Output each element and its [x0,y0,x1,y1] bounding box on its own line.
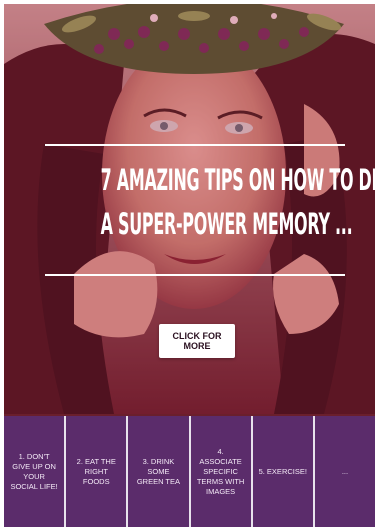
tips-strip: 1. DON'T GIVE UP ON YOUR SOCIAL LIFE! 2.… [4,416,375,527]
article-title-line-2: A SUPER-POWER MEMORY ... [100,207,353,241]
tip-tile-label: ... [341,466,349,476]
tip-tile-3[interactable]: 3. DRINK SOME GREEN TEA [128,416,189,527]
tip-tile-label: 3. DRINK SOME GREEN TEA [136,456,181,486]
tip-tile-more[interactable]: ... [314,416,375,527]
title-divider-bottom [45,274,345,276]
tip-tile-4[interactable]: 4. ASSOCIATE SPECIFIC TERMS WITH IMAGES [190,416,251,527]
click-for-more-button[interactable]: CLICK FOR MORE [159,324,235,358]
article-title-line-1: 7 AMAZING TIPS ON HOW TO DEVELOP [100,163,375,197]
tip-tile-label: 1. DON'T GIVE UP ON YOUR SOCIAL LIFE! [10,451,58,491]
tip-tile-label: 4. ASSOCIATE SPECIFIC TERMS WITH IMAGES [196,446,245,496]
tip-tile-label: 2. EAT THE RIGHT FOODS [76,456,116,486]
article-title[interactable]: 7 AMAZING TIPS ON HOW TO DEVELOP A SUPER… [100,158,375,246]
tip-tile-label: 5. EXERCISE! [258,466,307,476]
hero-image[interactable]: 7 AMAZING TIPS ON HOW TO DEVELOP A SUPER… [4,4,375,414]
tip-tile-1[interactable]: 1. DON'T GIVE UP ON YOUR SOCIAL LIFE! [4,416,65,527]
article-card: 7 AMAZING TIPS ON HOW TO DEVELOP A SUPER… [4,4,375,527]
tip-tile-5[interactable]: 5. EXERCISE! [252,416,313,527]
tip-tile-2[interactable]: 2. EAT THE RIGHT FOODS [66,416,127,527]
title-divider-top [45,144,345,146]
